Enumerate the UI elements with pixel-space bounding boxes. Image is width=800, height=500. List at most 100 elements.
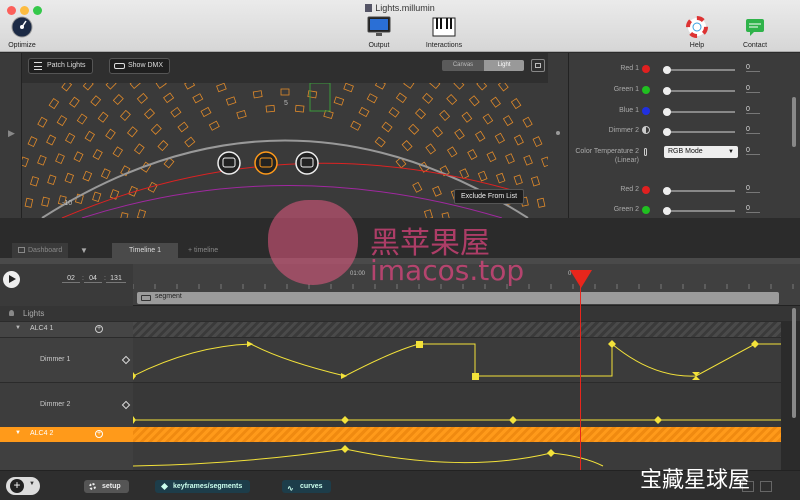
keyframe-diamond-icon[interactable]	[121, 400, 131, 410]
zoom-in-button[interactable]	[760, 481, 772, 492]
red2-value-field[interactable]: 0	[746, 185, 760, 193]
time-seconds[interactable]: 04	[84, 275, 102, 283]
track-header-dimmer2: Dimmer 2	[0, 383, 133, 427]
time-minutes[interactable]: 02	[62, 275, 80, 283]
bulb-icon	[9, 310, 14, 316]
dimmer1-curve[interactable]	[133, 342, 781, 377]
play-icon	[9, 275, 16, 283]
fixture-1[interactable]	[217, 151, 241, 175]
param-label-dimmer2: Dimmer 2	[608, 127, 639, 134]
param-label-green2: Green 2	[613, 206, 639, 213]
window-title: Lights.millumin	[0, 3, 800, 13]
param-label-blue1: Blue 1	[619, 107, 639, 114]
dot-handle-icon[interactable]	[556, 131, 560, 135]
curves-overlay	[133, 340, 781, 467]
color-temp-value-field[interactable]: 0	[746, 147, 760, 155]
contact-button[interactable]: Contact	[736, 16, 774, 49]
param-label-red2: Red 2	[620, 186, 639, 193]
red2-slider-knob[interactable]	[663, 187, 671, 195]
center-divider-strip[interactable]	[548, 53, 568, 218]
segment-label: segment	[155, 293, 182, 300]
ruler-mark-1: 01:00	[350, 271, 366, 277]
dashboard-icon	[18, 247, 25, 253]
dimmer2-value-field[interactable]: 0	[746, 126, 760, 134]
stage-marker-neg10: -10	[62, 200, 72, 207]
setup-button[interactable]: setup	[84, 480, 129, 493]
green1-slider-knob[interactable]	[663, 87, 671, 95]
dmx-icon	[114, 63, 125, 69]
curves-button[interactable]: ∿ curves	[282, 480, 331, 493]
left-collapse-strip[interactable]: ▶	[0, 53, 22, 218]
patch-lights-button[interactable]: Patch Lights	[28, 58, 93, 74]
section-title: Lights	[23, 309, 45, 318]
track-header-next	[0, 442, 133, 470]
dimmer2-slider-knob[interactable]	[663, 128, 671, 136]
disclosure-triangle-icon[interactable]: ▼	[15, 325, 21, 331]
grid-view-button[interactable]	[531, 59, 545, 72]
green2-slider[interactable]	[663, 210, 735, 212]
playhead-handle[interactable]	[570, 270, 592, 288]
time-frames[interactable]: 131	[106, 275, 126, 283]
dimmer2-slider[interactable]	[663, 131, 735, 133]
canvas-view-button[interactable]: Canvas	[442, 60, 484, 71]
param-label-color-temp: Color Temperature 2 (Linear)	[575, 148, 639, 164]
play-button[interactable]	[3, 271, 20, 288]
lifebuoy-icon	[686, 16, 708, 38]
fixture-3[interactable]	[295, 151, 319, 175]
output-button[interactable]: Output	[361, 16, 397, 49]
keyframe-diamond-icon[interactable]	[121, 355, 131, 365]
next-track-keyframe[interactable]	[547, 449, 555, 457]
blue1-slider-knob[interactable]	[663, 108, 671, 116]
red1-slider[interactable]	[663, 69, 735, 71]
green1-value-field[interactable]: 0	[746, 85, 760, 93]
panel-scrollbar[interactable]	[792, 97, 796, 147]
stage-marker-5: 5	[284, 100, 288, 107]
green2-slider-knob[interactable]	[663, 207, 671, 215]
tab-timeline-1[interactable]: Timeline 1	[112, 243, 178, 258]
red2-slider[interactable]	[663, 190, 735, 192]
add-param-icon[interactable]: +	[95, 325, 103, 333]
tab-menu-chevron-icon[interactable]: ▼	[80, 246, 88, 255]
chat-bubble-icon	[746, 19, 764, 36]
playhead-line[interactable]	[580, 270, 581, 470]
keyframes-segments-button[interactable]: keyframes/segments	[155, 480, 251, 493]
disclosure-triangle-icon[interactable]: ▼	[15, 430, 21, 436]
light-view-button[interactable]: Light	[484, 60, 524, 71]
exclude-from-list-tooltip[interactable]: Exclude From List	[454, 189, 525, 204]
transport-controls: 02 : 04 : 131	[0, 264, 133, 306]
watermark-site: imacos.top	[370, 254, 525, 287]
chevron-right-icon[interactable]: ▶	[8, 128, 15, 139]
tab-dashboard[interactable]: Dashboard	[12, 243, 69, 258]
green2-value-field[interactable]: 0	[746, 205, 760, 213]
piano-keys-icon	[432, 17, 456, 37]
add-param-icon[interactable]: +	[95, 430, 103, 438]
green1-slider[interactable]	[663, 90, 735, 92]
curve-icon: ∿	[287, 484, 294, 493]
add-layer-button[interactable]: + ▼	[6, 477, 40, 495]
fixture-2[interactable]	[254, 151, 278, 175]
timeline-scrollbar[interactable]	[792, 308, 796, 418]
watermark-logo	[268, 200, 358, 285]
green-swatch-icon	[642, 86, 650, 94]
track-header-alc1[interactable]: ▼ ALC4 1 +	[0, 322, 133, 337]
blue1-value-field[interactable]: 0	[746, 106, 760, 114]
green-swatch-icon	[642, 206, 650, 214]
red1-slider-knob[interactable]	[663, 66, 671, 74]
interactions-button[interactable]: Interactions	[418, 16, 470, 49]
parameters-panel: Red 1 0 Green 1 0 Blue 1 0 Dimmer 2 0 Co…	[568, 53, 800, 218]
red1-value-field[interactable]: 0	[746, 64, 760, 72]
segment-bar[interactable]: segment	[137, 292, 779, 304]
watermark-corner: 宝藏星球屋	[640, 468, 751, 493]
show-dmx-button[interactable]: Show DMX	[109, 58, 171, 74]
chevron-down-icon: ▼	[728, 149, 734, 155]
track-header-alc2[interactable]: ▼ ALC4 2 +	[0, 427, 133, 442]
next-track-keyframe[interactable]	[341, 445, 349, 453]
blue1-slider[interactable]	[663, 111, 735, 113]
param-label-green1: Green 1	[613, 86, 639, 93]
add-timeline-button[interactable]: + timeline	[182, 243, 224, 258]
help-button[interactable]: Help	[680, 16, 714, 49]
segment-icon	[141, 295, 151, 301]
optimize-button[interactable]: Optimize	[2, 16, 42, 49]
next-track-curve[interactable]	[133, 448, 604, 467]
color-mode-select[interactable]: RGB Mode ▼	[664, 146, 738, 158]
